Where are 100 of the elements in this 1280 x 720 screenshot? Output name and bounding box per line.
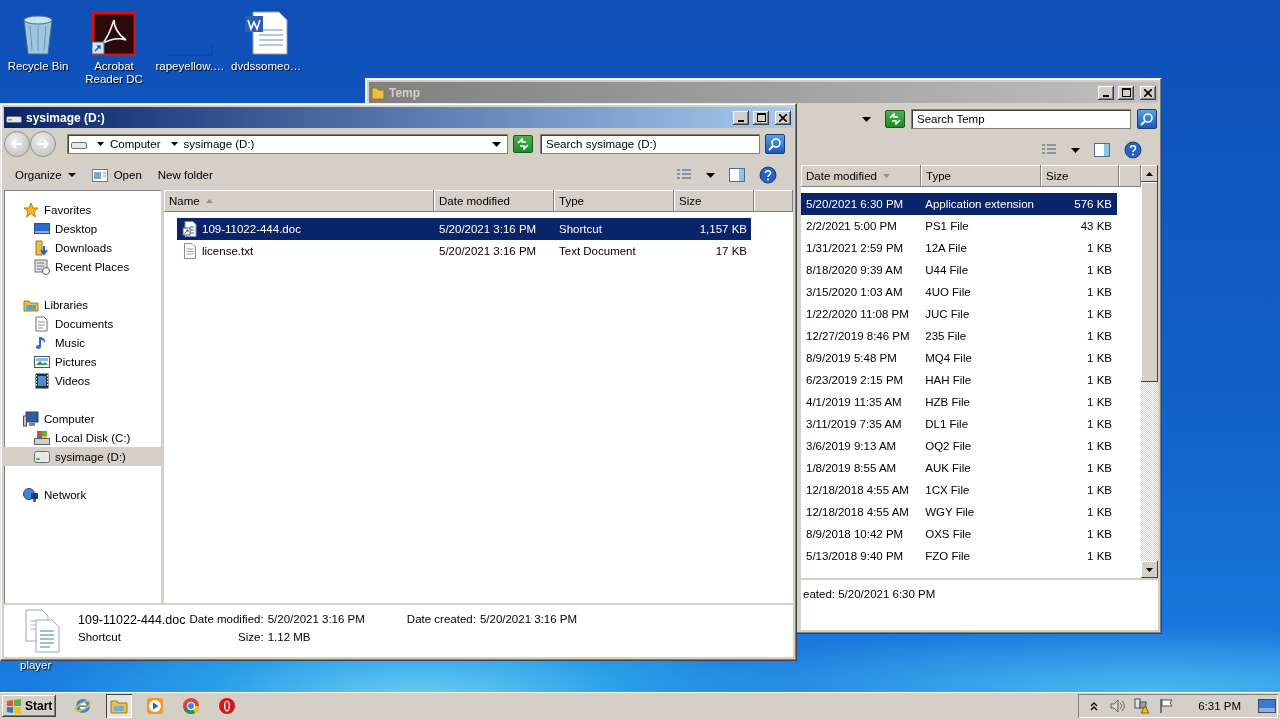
toolbar-button[interactable]: Open xyxy=(88,165,145,185)
search-field[interactable]: Search Temp xyxy=(911,109,1131,129)
close-button[interactable] xyxy=(1140,85,1156,100)
table-cell-text: Text Document xyxy=(558,245,637,257)
documents-icon xyxy=(22,609,62,653)
search-button[interactable] xyxy=(1137,109,1157,129)
table-cell-text: 1 KB xyxy=(1086,374,1113,386)
desktop-icon-label[interactable]: rapeyellow.… xyxy=(155,60,225,73)
refresh-button[interactable] xyxy=(885,110,905,128)
file-row[interactable]: 12/18/2018 4:55 AM 1CX File 1 KB xyxy=(801,479,1117,501)
table-cell-text: FZO File xyxy=(924,550,971,562)
recycle-bin-icon[interactable] xyxy=(21,14,55,56)
file-row[interactable]: 109-11022-444.doc 5/20/2021 3:16 PM Shortcut 1,157 KB xyxy=(177,218,751,240)
search-field[interactable]: Search sysimage (D:) xyxy=(540,134,760,154)
column-header[interactable]: Name xyxy=(164,190,434,212)
nav-item[interactable]: Recent Places xyxy=(4,257,161,276)
speaker-icon[interactable] xyxy=(1109,698,1126,714)
minimize-button[interactable] xyxy=(733,110,749,125)
flag-icon[interactable] xyxy=(1159,698,1176,714)
nav-item[interactable]: Computer xyxy=(4,409,161,428)
nav-item[interactable]: Pictures xyxy=(4,352,161,371)
maximize-button[interactable] xyxy=(1118,85,1134,100)
file-row[interactable]: 5/20/2021 6:30 PM Application extension 576 KB xyxy=(801,193,1117,215)
caret-icon[interactable] xyxy=(170,142,178,146)
scroll-up-button[interactable] xyxy=(1141,165,1158,182)
nav-item[interactable]: Documents xyxy=(4,314,161,333)
desktop-icon-label[interactable]: Acrobat Reader DC xyxy=(79,60,149,86)
forward-button[interactable] xyxy=(30,131,56,157)
refresh-button[interactable] xyxy=(513,135,533,153)
nav-item[interactable]: Music xyxy=(4,333,161,352)
scrollbar[interactable] xyxy=(1141,165,1158,578)
nav-item[interactable]: Downloads xyxy=(4,238,161,257)
file-row[interactable]: 12/27/2019 8:46 PM 235 File 1 KB xyxy=(801,325,1117,347)
file-row[interactable]: 3/15/2020 1:03 AM 4UO File 1 KB xyxy=(801,281,1117,303)
start-button[interactable]: Start xyxy=(2,695,57,717)
help-button[interactable] xyxy=(757,164,779,186)
search-button[interactable] xyxy=(765,134,785,154)
preview-pane-button[interactable] xyxy=(727,166,747,184)
maximize-button[interactable] xyxy=(753,110,769,125)
column-header[interactable]: Date modified xyxy=(434,190,554,212)
file-row[interactable]: 8/9/2019 5:48 PM MQ4 File 1 KB xyxy=(801,347,1117,369)
column-header[interactable]: Type xyxy=(921,165,1041,187)
file-row[interactable]: 3/6/2019 9:13 AM OQ2 File 1 KB xyxy=(801,435,1117,457)
scroll-thumb[interactable] xyxy=(1141,182,1158,382)
window-title: sysimage (D:) xyxy=(26,110,105,125)
caret-icon[interactable] xyxy=(1071,147,1080,153)
preview-pane-button[interactable] xyxy=(1092,141,1112,159)
file-row[interactable]: 2/2/2021 5:00 PM PS1 File 43 KB xyxy=(801,215,1117,237)
caret-icon[interactable] xyxy=(862,116,871,122)
column-header[interactable]: Type xyxy=(554,190,674,212)
nav-item[interactable]: Videos xyxy=(4,371,161,390)
column-header[interactable]: Size xyxy=(674,190,754,212)
file-row[interactable]: 8/9/2018 10:42 PM OXS File 1 KB xyxy=(801,523,1117,545)
file-row[interactable]: 12/18/2018 4:55 AM WGY File 1 KB xyxy=(801,501,1117,523)
nav-item[interactable]: Favorites xyxy=(4,200,161,219)
caret-icon[interactable] xyxy=(492,141,501,147)
desktop-icon-label[interactable]: Recycle Bin xyxy=(3,60,73,73)
nav-item[interactable]: Desktop xyxy=(4,219,161,238)
nav-item[interactable]: Libraries xyxy=(4,295,161,314)
minimize-button[interactable] xyxy=(1098,85,1114,100)
clock[interactable]: 6:31 PM xyxy=(1198,700,1241,712)
nav-item[interactable]: Network xyxy=(4,485,161,504)
file-row[interactable]: 8/18/2020 9:39 AM U44 File 1 KB xyxy=(801,259,1117,281)
table-cell-text: 1/31/2021 2:59 PM xyxy=(805,242,905,254)
pdf-app-icon[interactable] xyxy=(92,12,136,56)
address-bar[interactable]: Computer sysimage (D:) xyxy=(67,134,508,154)
word-document-icon[interactable] xyxy=(243,10,289,56)
caret-icon[interactable] xyxy=(97,142,104,146)
caret-icon[interactable] xyxy=(706,172,715,178)
desktop-icon-label[interactable]: dvdssomeo… xyxy=(231,60,301,73)
table-cell-text: JUC File xyxy=(924,308,971,320)
network-warning-icon[interactable] xyxy=(1134,698,1151,714)
scroll-down-button[interactable] xyxy=(1141,561,1158,578)
column-header[interactable]: Date modified xyxy=(801,165,921,187)
breadcrumb-item[interactable]: sysimage (D:) xyxy=(183,138,255,150)
file-row[interactable]: 5/13/2018 9:40 PM FZO File 1 KB xyxy=(801,545,1117,567)
table-cell-text: 1 KB xyxy=(1086,484,1113,496)
toolbar-button[interactable]: New folder xyxy=(154,166,216,184)
file-row[interactable]: 3/11/2019 7:35 AM DL1 File 1 KB xyxy=(801,413,1117,435)
toolbar-button[interactable]: Organize xyxy=(12,166,79,184)
file-row[interactable]: 1/31/2021 2:59 PM 12A File 1 KB xyxy=(801,237,1117,259)
file-row[interactable]: 6/23/2019 2:15 PM HAH File 1 KB xyxy=(801,369,1117,391)
nav-item[interactable]: Local Disk (C:) xyxy=(4,428,161,447)
taskbar-button[interactable] xyxy=(106,694,133,718)
monitor-icon xyxy=(34,220,50,237)
file-row[interactable]: 1/22/2020 11:08 PM JUC File 1 KB xyxy=(801,303,1117,325)
nav-item[interactable]: sysimage (D:) xyxy=(4,447,161,466)
blank-thumbnail-icon[interactable] xyxy=(167,44,213,56)
back-button[interactable] xyxy=(4,131,30,157)
breadcrumb-item[interactable]: Computer xyxy=(110,138,161,150)
close-button[interactable] xyxy=(775,110,791,125)
file-row[interactable]: 1/8/2019 8:55 AM AUK File 1 KB xyxy=(801,457,1117,479)
window-title: Temp xyxy=(389,85,421,100)
list-view-icon xyxy=(676,168,692,182)
file-row[interactable]: license.txt 5/20/2021 3:16 PM Text Document 17 KB xyxy=(177,240,751,262)
file-row[interactable]: 4/1/2019 11:35 AM HZB File 1 KB xyxy=(801,391,1117,413)
show-desktop-button[interactable] xyxy=(1258,697,1276,715)
column-header[interactable]: Size xyxy=(1041,165,1119,187)
desktop-icon-label[interactable]: player xyxy=(20,659,52,671)
help-button[interactable] xyxy=(1122,139,1144,161)
